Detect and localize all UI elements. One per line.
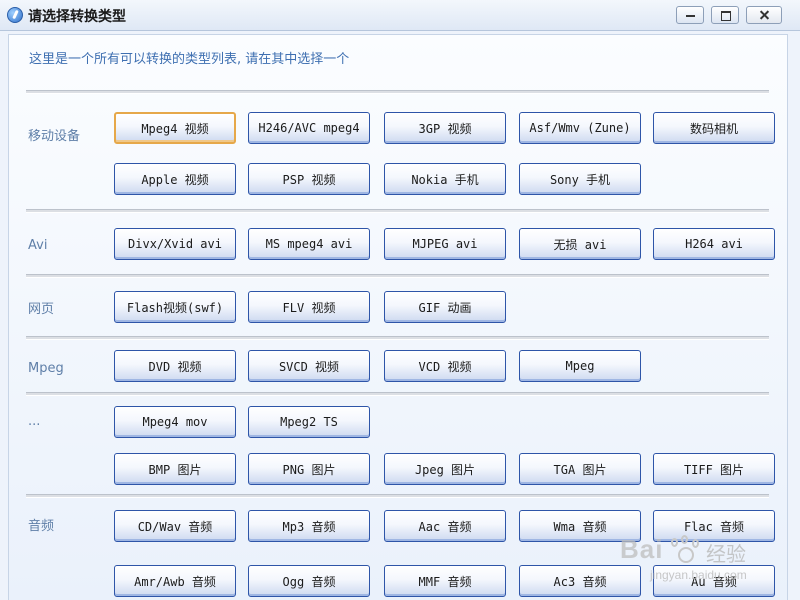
nokia-phone-button[interactable]: Nokia 手机 <box>384 163 506 195</box>
tga-image-button[interactable]: TGA 图片 <box>519 453 641 485</box>
dvd-video-button[interactable]: DVD 视频 <box>114 350 236 382</box>
category-label-web: 网页 <box>28 302 55 317</box>
mpeg-button[interactable]: Mpeg <box>519 350 641 382</box>
app-logo-icon <box>7 7 23 23</box>
aac-audio-button[interactable]: Aac 音频 <box>384 510 506 542</box>
vcd-video-button[interactable]: VCD 视频 <box>384 350 506 382</box>
ac3-audio-button[interactable]: Ac3 音频 <box>519 565 641 597</box>
category-label-avi: Avi <box>28 238 48 253</box>
category-label-mobile: 移动设备 <box>28 129 81 144</box>
mpeg2-ts-button[interactable]: Mpeg2 TS <box>248 406 370 438</box>
h246-avc-button[interactable]: H246/AVC mpeg4 <box>248 112 370 144</box>
flv-video-button[interactable]: FLV 视频 <box>248 291 370 323</box>
psp-video-button[interactable]: PSP 视频 <box>248 163 370 195</box>
ogg-audio-button[interactable]: Ogg 音频 <box>248 565 370 597</box>
apple-video-button[interactable]: Apple 视频 <box>114 163 236 195</box>
mpeg4-mov-button[interactable]: Mpeg4 mov <box>114 406 236 438</box>
ms-mpeg4-avi-button[interactable]: MS mpeg4 avi <box>248 228 370 260</box>
3gp-video-button[interactable]: 3GP 视频 <box>384 112 506 144</box>
close-button[interactable] <box>746 6 782 24</box>
cd-wav-audio-button[interactable]: CD/Wav 音频 <box>114 510 236 542</box>
title-bar: 请选择转换类型 <box>0 0 800 31</box>
category-label-audio: 音频 <box>28 519 55 534</box>
category-label-more: ... <box>28 414 41 429</box>
jpeg-image-button[interactable]: Jpeg 图片 <box>384 453 506 485</box>
mpeg4-video-button[interactable]: Mpeg4 视频 <box>114 112 236 144</box>
divider <box>26 209 769 213</box>
watermark-text: 经验 <box>706 542 746 566</box>
maximize-button[interactable] <box>711 6 739 24</box>
lossless-avi-button[interactable]: 无损 avi <box>519 228 641 260</box>
category-label-mpeg: Mpeg <box>28 361 64 376</box>
mjpeg-avi-button[interactable]: MJPEG avi <box>384 228 506 260</box>
mmf-audio-button[interactable]: MMF 音频 <box>384 565 506 597</box>
amr-awb-audio-button[interactable]: Amr/Awb 音频 <box>114 565 236 597</box>
instruction-text: 这里是一个所有可以转换的类型列表, 请在其中选择一个 <box>29 52 350 67</box>
watermark-url: jingyan.baidu.com <box>650 568 747 582</box>
gif-animation-button[interactable]: GIF 动画 <box>384 291 506 323</box>
flash-video-swf-button[interactable]: Flash视频(swf) <box>114 291 236 323</box>
divx-xvid-avi-button[interactable]: Divx/Xvid avi <box>114 228 236 260</box>
asf-wmv-zune-button[interactable]: Asf/Wmv (Zune) <box>519 112 641 144</box>
mp3-audio-button[interactable]: Mp3 音频 <box>248 510 370 542</box>
window-title: 请选择转换类型 <box>28 9 126 25</box>
bmp-image-button[interactable]: BMP 图片 <box>114 453 236 485</box>
divider <box>26 494 769 498</box>
minimize-button[interactable] <box>676 6 704 24</box>
h264-avi-button[interactable]: H264 avi <box>653 228 775 260</box>
sony-phone-button[interactable]: Sony 手机 <box>519 163 641 195</box>
tiff-image-button[interactable]: TIFF 图片 <box>653 453 775 485</box>
digital-camera-button[interactable]: 数码相机 <box>653 112 775 144</box>
divider <box>26 274 769 278</box>
divider <box>26 392 769 396</box>
divider <box>26 90 769 94</box>
baidu-paw-icon <box>668 535 702 565</box>
watermark-brand: Bai <box>620 534 664 564</box>
divider <box>26 336 769 340</box>
svcd-video-button[interactable]: SVCD 视频 <box>248 350 370 382</box>
png-image-button[interactable]: PNG 图片 <box>248 453 370 485</box>
